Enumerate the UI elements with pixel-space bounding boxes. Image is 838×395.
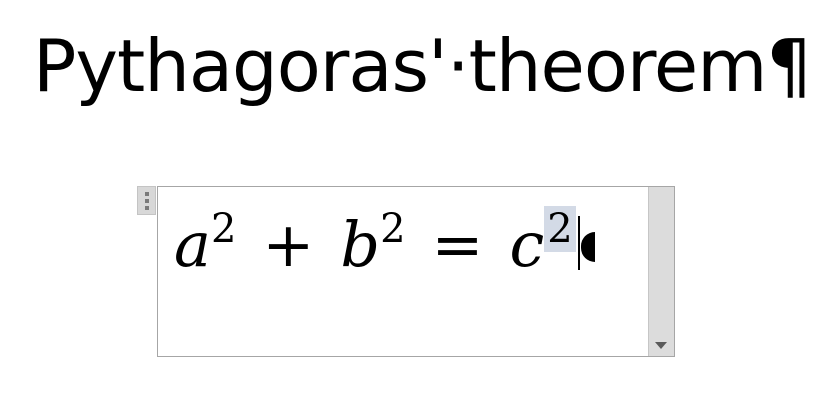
equation-scrollbar[interactable] [648, 187, 674, 356]
equation-content[interactable]: a2 + b2 = c2 [174, 205, 595, 285]
equation-end-marker-icon [580, 232, 595, 262]
variable-b[interactable]: b [340, 208, 380, 281]
equation-editor[interactable]: a2 + b2 = c2 [157, 186, 675, 357]
equation-drag-handle-icon[interactable] [137, 186, 156, 215]
document-heading: Pythagoras'·theorem¶ [33, 24, 812, 108]
variable-c[interactable]: c [509, 208, 544, 281]
scroll-down-arrow-icon[interactable] [655, 342, 667, 349]
text-cursor [577, 216, 580, 270]
exponent-a[interactable]: 2 [211, 206, 236, 252]
exponent-b[interactable]: 2 [380, 206, 405, 252]
plus-operator[interactable]: + [262, 205, 314, 285]
equals-operator[interactable]: = [432, 205, 484, 285]
handle-dot-icon [145, 206, 149, 210]
handle-dot-icon [145, 192, 149, 196]
selected-exponent-c[interactable]: 2 [544, 206, 576, 252]
variable-a[interactable]: a [174, 208, 211, 281]
handle-dot-icon [145, 199, 149, 203]
